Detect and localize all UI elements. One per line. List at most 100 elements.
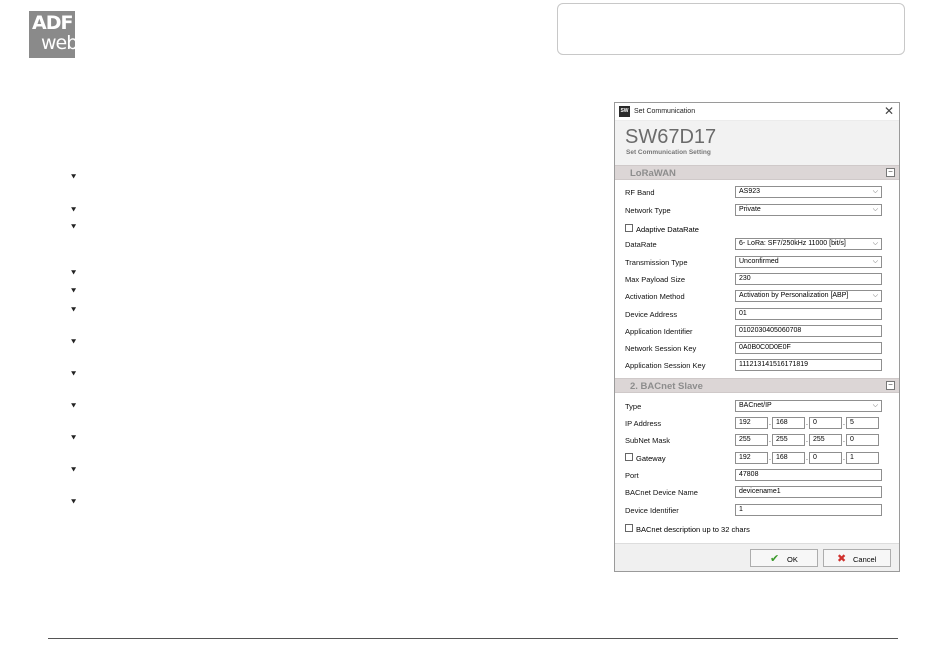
chevron-down-icon: ⌵ (872, 292, 878, 299)
device-address-input[interactable]: 01 (735, 308, 882, 320)
network-session-key-label: Network Session Key (625, 344, 697, 353)
dialog-titlebar: SW Set Communication ✕ (615, 103, 899, 121)
datarate-select[interactable]: 6- LoRa: SF7/250kHz 11000 [bit/s] ⌵ (735, 238, 882, 250)
ip-address-label: IP Address (625, 419, 662, 428)
port-input[interactable]: 47808 (735, 469, 882, 481)
port-row: Port 47808 (625, 469, 891, 482)
bacnet-type-label: Type (625, 402, 642, 411)
ip-octet-4[interactable]: 5 (846, 417, 879, 429)
max-payload-row: Max Payload Size 230 (625, 273, 891, 286)
chevron-down-icon: ⌵ (872, 402, 878, 409)
footer-divider (48, 638, 898, 639)
bullet-arrow-icon: ⯆ (70, 498, 78, 508)
dialog-title: Set Communication (634, 108, 696, 115)
bullet-arrow-icon: ⯆ (70, 338, 78, 348)
device-identifier-label: Device Identifier (625, 506, 679, 515)
device-address-label: Device Address (625, 310, 678, 319)
bacnet-description-checkbox[interactable] (625, 524, 633, 532)
gateway-octet-1[interactable]: 192 (735, 452, 768, 464)
section-lorawan: LoRaWAN − (615, 165, 899, 180)
adaptive-datarate-label: Adaptive DataRate (636, 225, 699, 234)
bacnet-description-label: BACnet description up to 32 chars (636, 525, 750, 534)
subnet-mask-label: SubNet Mask (625, 436, 671, 445)
logo-text-adf: ADF (32, 12, 73, 34)
network-type-select[interactable]: Private ⌵ (735, 204, 882, 216)
activation-method-row: Activation Method Activation by Personal… (625, 290, 891, 303)
bullet-arrow-icon: ⯆ (70, 206, 78, 216)
ip-octet-3[interactable]: 0 (809, 417, 842, 429)
cancel-button-label: Cancel (853, 555, 877, 564)
app-session-key-row: Application Session Key 1112131415161718… (625, 359, 891, 372)
section-bacnet: 2. BACnet Slave − (615, 378, 899, 393)
bacnet-type-row: Type BACnet/IP ⌵ (625, 400, 891, 413)
app-identifier-input[interactable]: 0102030405060708 (735, 325, 882, 337)
bullet-arrow-icon: ⯆ (70, 223, 78, 233)
network-session-key-row: Network Session Key 0A0B0C0D0E0F (625, 342, 891, 355)
collapse-icon[interactable]: − (886, 168, 895, 177)
collapse-icon[interactable]: − (886, 381, 895, 390)
mask-octet-2[interactable]: 255 (772, 434, 805, 446)
product-code: SW67D17 (625, 126, 717, 148)
device-address-row: Device Address 01 (625, 308, 891, 321)
activation-method-select[interactable]: Activation by Personalization [ABP] ⌵ (735, 290, 882, 302)
ok-button-label: OK (787, 555, 798, 564)
close-icon[interactable]: ✕ (884, 104, 894, 118)
activation-method-label: Activation Method (625, 292, 685, 301)
bullet-arrow-icon: ⯆ (70, 306, 78, 316)
network-session-key-input[interactable]: 0A0B0C0D0E0F (735, 342, 882, 354)
device-name-input[interactable]: devicename1 (735, 486, 882, 498)
rf-band-select[interactable]: AS923 ⌵ (735, 186, 882, 198)
cancel-button[interactable]: ✖ Cancel (823, 549, 891, 567)
ok-button[interactable]: ✔ OK (750, 549, 818, 567)
bullet-arrow-icon: ⯆ (70, 402, 78, 412)
ip-octet-2[interactable]: 168 (772, 417, 805, 429)
device-name-row: BACnet Device Name devicename1 (625, 486, 891, 499)
max-payload-label: Max Payload Size (625, 275, 686, 284)
app-session-key-input[interactable]: 111213141516171819 (735, 359, 882, 371)
bullet-arrow-icon: ⯆ (70, 370, 78, 380)
app-identifier-label: Application Identifier (625, 327, 693, 336)
section-title-lorawan: LoRaWAN (630, 168, 676, 179)
mask-octet-4[interactable]: 0 (846, 434, 879, 446)
ip-octet-1[interactable]: 192 (735, 417, 768, 429)
device-identifier-input[interactable]: 1 (735, 504, 882, 516)
rf-band-row: RF Band AS923 ⌵ (625, 186, 891, 199)
device-identifier-row: Device Identifier 1 (625, 504, 891, 517)
transmission-type-select[interactable]: Unconfirmed ⌵ (735, 256, 882, 268)
set-communication-dialog: SW Set Communication ✕ SW67D17 Set Commu… (614, 102, 900, 572)
section-title-bacnet: 2. BACnet Slave (630, 381, 703, 392)
banner-subtitle: Set Communication Setting (626, 149, 711, 156)
chevron-down-icon: ⌵ (872, 240, 878, 247)
gateway-octet-4[interactable]: 1 (846, 452, 879, 464)
network-type-label: Network Type (625, 206, 671, 215)
app-session-key-label: Application Session Key (625, 361, 706, 370)
chevron-down-icon: ⌵ (872, 258, 878, 265)
gateway-octet-3[interactable]: 0 (809, 452, 842, 464)
dialog-banner: SW67D17 Set Communication Setting (615, 121, 899, 165)
adaptive-datarate-checkbox[interactable] (625, 224, 633, 232)
gateway-checkbox[interactable] (625, 453, 633, 461)
check-icon: ✔ (770, 553, 780, 565)
mask-octet-1[interactable]: 255 (735, 434, 768, 446)
chevron-down-icon: ⌵ (872, 188, 878, 195)
adf-web-logo: ADF web (29, 11, 78, 58)
gateway-label: Gateway (636, 454, 666, 463)
mask-octet-3[interactable]: 255 (809, 434, 842, 446)
max-payload-input[interactable]: 230 (735, 273, 882, 285)
bullet-arrow-icon: ⯆ (70, 287, 78, 297)
chevron-down-icon: ⌵ (872, 206, 878, 213)
adaptive-datarate-row: Adaptive DataRate (625, 223, 891, 236)
transmission-type-label: Transmission Type (625, 258, 688, 267)
gateway-octet-2[interactable]: 168 (772, 452, 805, 464)
subnet-mask-row: SubNet Mask 255 . 255 . 255 . 0 (625, 434, 891, 447)
logo-text-web: web (41, 32, 78, 54)
datarate-label: DataRate (625, 240, 657, 249)
app-identifier-row: Application Identifier 0102030405060708 (625, 325, 891, 338)
header-title-box (557, 3, 905, 55)
app-icon: SW (619, 106, 630, 117)
rf-band-label: RF Band (625, 188, 655, 197)
dialog-footer: ✔ OK ✖ Cancel (615, 543, 899, 571)
bullet-arrow-icon: ⯆ (70, 434, 78, 444)
bullet-arrow-icon: ⯆ (70, 173, 78, 183)
bacnet-type-select[interactable]: BACnet/IP ⌵ (735, 400, 882, 412)
